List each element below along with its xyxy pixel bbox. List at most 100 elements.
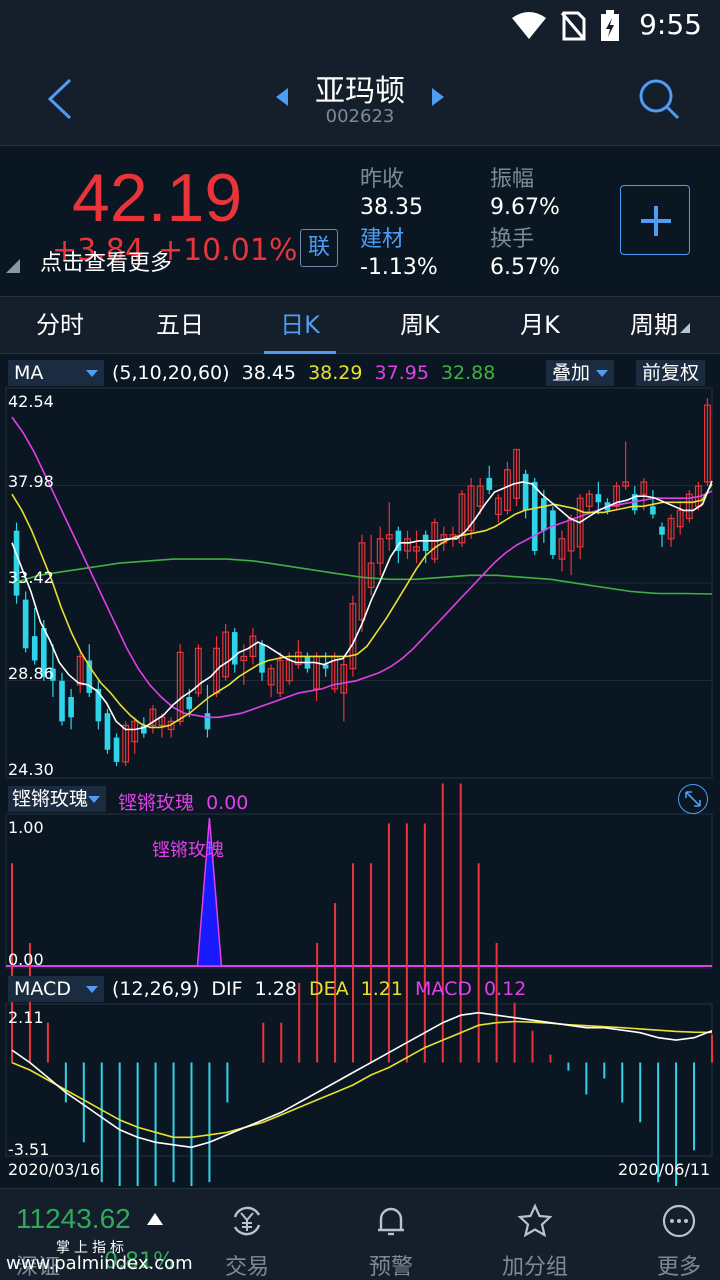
index-value[interactable]: 11243.62: [16, 1203, 131, 1235]
tab-five-day[interactable]: 五日: [120, 297, 240, 353]
chart-area[interactable]: MA (5,10,20,60) 38.45 38.29 37.95 32.88 …: [0, 356, 720, 1186]
turnover-label: 换手: [490, 227, 535, 252]
sub1-value-label: 铿锵玫瑰: [118, 792, 195, 814]
candle-body: [231, 632, 238, 665]
sub1-indicator-bar: 铿锵玫瑰 铿锵玫瑰 0.00: [0, 784, 720, 814]
nav-add-group[interactable]: 加分组: [480, 1189, 590, 1280]
linked-button[interactable]: 联: [300, 229, 338, 267]
tab-period-label: 周期: [630, 311, 678, 339]
tab-weekly-k-label: 周K: [400, 311, 440, 339]
tab-period[interactable]: 周期: [600, 297, 720, 353]
watermark: www.palmindex.com: [6, 1253, 193, 1274]
dea-line: [11, 1020, 713, 1139]
macd-indicator-select[interactable]: MACD: [8, 976, 104, 1002]
stock-name: 亚玛顿: [315, 74, 405, 109]
candle-body: [541, 498, 547, 531]
nav-alert-label: 预警: [368, 1255, 413, 1280]
wifi-icon: [512, 12, 546, 39]
dif-value: 1.28: [254, 978, 297, 1000]
macd-indicator-bar: MACD (12,26,9) DIF 1.28 DEA 1.21 MACD 0.…: [0, 974, 720, 1004]
sub1-indicator-name: 铿锵玫瑰: [12, 788, 89, 810]
sector-label[interactable]: 建材: [360, 221, 438, 253]
candle-body: [650, 506, 656, 515]
quote-panel[interactable]: 42.19 +3.84 +10.01% 点击查看更多 联 昨收 38.35 建材 …: [0, 147, 720, 295]
candle-body: [204, 713, 211, 730]
candle-body: [22, 599, 29, 649]
macd-indicator-name: MACD: [14, 978, 71, 1000]
y-label-2: 37.98: [8, 472, 54, 491]
title-bar: 亚玛顿 002623: [0, 50, 720, 146]
prev-close-value: 38.35: [360, 195, 423, 220]
amplitude: 振幅 9.67%: [490, 161, 560, 220]
dif-label: DIF: [211, 978, 243, 1000]
dea-label: DEA: [308, 978, 349, 1000]
tab-monthly-k[interactable]: 月K: [480, 297, 600, 353]
amplitude-label: 振幅: [490, 167, 535, 192]
prev-close-label: 昨收: [360, 167, 405, 192]
sector-change: -1.13%: [360, 255, 438, 280]
turnover-value: 6.57%: [490, 255, 560, 280]
candle-body: [422, 534, 429, 551]
expand-corner-icon[interactable]: [6, 259, 20, 273]
candle-body: [522, 473, 529, 511]
macd-y-bottom: -3.51: [8, 1140, 50, 1159]
sub1-annotation: 铿锵玫瑰: [152, 840, 224, 861]
stock-code: 002623: [325, 106, 395, 127]
tab-daily-k[interactable]: 日K: [240, 297, 360, 354]
dropdown-icon: [86, 986, 98, 993]
tab-five-day-label: 五日: [156, 311, 204, 339]
macd-values: (12,26,9) DIF 1.28 DEA 1.21 MACD 0.12: [112, 978, 532, 1000]
candle-body: [186, 697, 193, 710]
change-percent: +10.01%: [157, 233, 298, 268]
y-label-min: 24.30: [8, 760, 54, 779]
more-info-link[interactable]: 点击查看更多: [40, 245, 172, 277]
add-watchlist-button[interactable]: [620, 185, 690, 255]
next-stock-icon[interactable]: [428, 86, 448, 108]
search-icon[interactable]: [634, 74, 684, 124]
y-label-max: 42.54: [8, 392, 54, 411]
macd-params: (12,26,9): [112, 978, 200, 1000]
nav-alert[interactable]: 预警: [336, 1189, 446, 1280]
macd-y-top: 2.11: [8, 1008, 44, 1027]
sub1-values: 铿锵玫瑰 0.00: [118, 788, 254, 815]
nav-trade[interactable]: 交易: [192, 1189, 302, 1280]
candle-body: [550, 510, 556, 556]
nav-add-group-label: 加分组: [501, 1255, 568, 1280]
y-label-4: 28.86: [8, 664, 54, 683]
candlestick-chart[interactable]: [0, 356, 720, 1186]
amplitude-value: 9.67%: [490, 195, 560, 220]
tab-intraday[interactable]: 分时: [0, 297, 120, 353]
expand-chart-icon[interactable]: [678, 784, 708, 814]
no-sim-icon: [560, 11, 586, 41]
tab-weekly-k[interactable]: 周K: [360, 297, 480, 353]
bell-icon: [378, 1207, 404, 1236]
bottom-nav: 11243.62 深证 0.81% 掌上指标 www.palmindex.com…: [0, 1188, 720, 1280]
dea-value: 1.21: [360, 978, 403, 1000]
star-icon: [517, 1203, 553, 1238]
status-bar: 9:55: [0, 0, 720, 50]
index-up-arrow-icon: [147, 1213, 163, 1225]
period-tabs: 分时 五日 日K 周K 月K 周期: [0, 296, 720, 354]
candle-body: [104, 713, 111, 750]
sector[interactable]: 建材 -1.13%: [360, 221, 438, 280]
nav-more[interactable]: 更多: [624, 1189, 720, 1280]
macd-value: 0.12: [484, 978, 527, 1000]
period-dropdown-icon: [680, 323, 690, 333]
date-end: 2020/06/11: [618, 1160, 711, 1179]
sub1-y-bottom: 0.00: [8, 950, 44, 969]
candle-body: [595, 494, 602, 503]
last-price: 42.19: [72, 160, 243, 236]
sub1-indicator-select[interactable]: 铿锵玫瑰: [8, 786, 106, 812]
tab-daily-k-label: 日K: [280, 311, 320, 339]
candle-body: [59, 680, 65, 722]
sub1-y-top: 1.00: [8, 818, 44, 837]
tab-intraday-label: 分时: [36, 311, 84, 339]
nav-trade-label: 交易: [224, 1255, 269, 1280]
chart-panel-frame: [5, 813, 713, 969]
candle-body: [68, 697, 74, 718]
candle-body: [113, 737, 120, 762]
candle-body: [486, 477, 493, 491]
status-icons: [512, 10, 620, 42]
candle-body: [531, 481, 538, 551]
candle-body: [659, 526, 665, 535]
